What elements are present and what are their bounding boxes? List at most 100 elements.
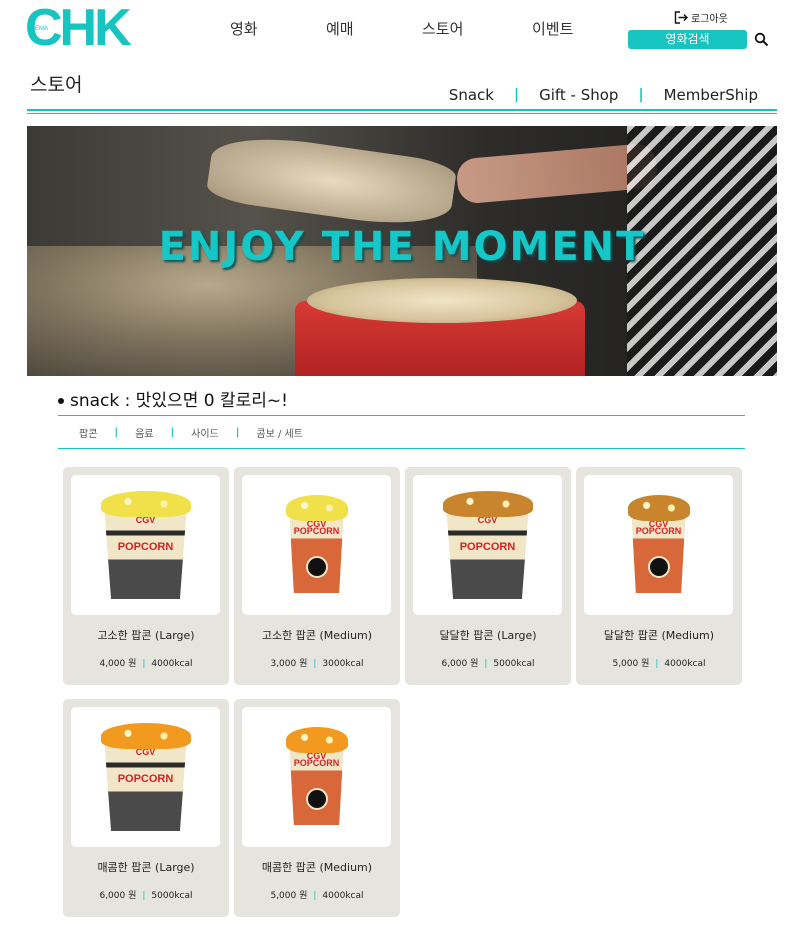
tab-combo-set[interactable]: 콤보 / 세트 (256, 425, 303, 440)
store-subnav: Snack | Gift - Shop | MemberShip (449, 86, 758, 104)
product-price: 6,000 원 (441, 659, 479, 669)
tab-drink[interactable]: 음료 (135, 425, 153, 440)
meta-separator: | (313, 659, 317, 669)
cup-logo-badge (305, 787, 328, 810)
popcorn-cup-icon: CGV POPCORN (100, 723, 191, 831)
search-icon[interactable] (754, 32, 769, 47)
cup-popcorn-label: POPCORN (293, 757, 340, 768)
product-name[interactable]: 매콤한 팝콘 (Large) (63, 859, 229, 875)
meta-separator: | (655, 659, 659, 669)
popcorn-top (100, 723, 191, 749)
tab-side[interactable]: 사이드 (191, 425, 219, 440)
product-name[interactable]: 달달한 팝콘 (Large) (405, 627, 571, 643)
subnav-snack[interactable]: Snack (449, 86, 494, 104)
product-calories: 3000kcal (322, 659, 364, 669)
page-title: 스토어 (30, 74, 83, 96)
product-name[interactable]: 고소한 팝콘 (Medium) (234, 627, 400, 643)
popcorn-top (627, 495, 690, 521)
nav-item-movie[interactable]: 영화 (230, 18, 258, 39)
section-title: snack : 맛있으면 0 칼로리~! (70, 391, 288, 411)
cup-body: CGV POPCORN (289, 515, 344, 593)
product-card[interactable]: CGV POPCORN 달달한 팝콘 (Medium) 5,000 원 | 4000kca… (576, 467, 742, 685)
tab-separator: | (170, 427, 175, 438)
tab-popcorn[interactable]: 팝콘 (79, 425, 97, 440)
nav-item-booking[interactable]: 예매 (326, 18, 354, 39)
subnav-separator: | (638, 87, 644, 103)
product-meta: 5,000 원 | 4000kcal (576, 656, 742, 669)
section-divider-bottom (58, 448, 745, 449)
subnav-membership[interactable]: MemberShip (664, 86, 758, 104)
product-card[interactable]: CGV POPCORN 매콤한 팝콘 (Large) 6,000 원 | 5000kcal (63, 699, 229, 917)
header-divider (27, 109, 777, 111)
product-calories: 4000kcal (322, 891, 364, 901)
product-calories: 5000kcal (151, 891, 193, 901)
logout-label: 로그아웃 (691, 14, 728, 25)
cup-popcorn-label: POPCORN (117, 540, 174, 553)
movie-search-button[interactable]: 영화검색 (628, 30, 747, 49)
product-image[interactable]: CGV POPCORN (242, 707, 391, 847)
popcorn-cup-icon: CGV POPCORN (285, 495, 348, 593)
popcorn-cup-icon: CGV POPCORN (100, 491, 191, 599)
cup-popcorn-label: POPCORN (117, 772, 174, 785)
logout-icon (674, 11, 688, 24)
cup-body: CGV POPCORN (446, 511, 529, 599)
meta-separator: | (142, 891, 146, 901)
tab-separator: | (114, 427, 119, 438)
product-name[interactable]: 고소한 팝콘 (Large) (63, 627, 229, 643)
cup-popcorn-label: POPCORN (293, 525, 340, 536)
product-price: 6,000 원 (99, 891, 137, 901)
product-calories: 4000kcal (151, 659, 193, 669)
popcorn-cup-icon: CGV POPCORN (627, 495, 690, 593)
banner-headline: ENJOY THE MOMENT (158, 224, 646, 270)
popcorn-top (285, 495, 348, 521)
cup-popcorn-label: POPCORN (635, 525, 682, 536)
cup-logo-badge (647, 555, 670, 578)
promo-banner: ENJOY THE MOMENT (27, 126, 777, 376)
product-meta: 6,000 원 | 5000kcal (405, 656, 571, 669)
snack-category-tabs: 팝콘 | 음료 | 사이드 | 콤보 / 세트 (79, 425, 303, 440)
popcorn-top (442, 491, 533, 517)
popcorn-top (285, 727, 348, 753)
logout-link[interactable]: 로그아웃 (674, 10, 728, 25)
meta-separator: | (313, 891, 317, 901)
subnav-separator: | (513, 87, 520, 103)
nav-item-store[interactable]: 스토어 (422, 18, 463, 39)
cup-body: CGV POPCORN (104, 511, 187, 599)
cup-body: CGV POPCORN (289, 747, 344, 825)
product-image[interactable]: CGV POPCORN (71, 707, 220, 847)
product-meta: 5,000 원 | 4000kcal (234, 888, 400, 901)
product-card[interactable]: CGV POPCORN 달달한 팝콘 (Large) 6,000 원 | 5000kcal (405, 467, 571, 685)
product-card[interactable]: CGV POPCORN 고소한 팝콘 (Medium) 3,000 원 | 3000kca… (234, 467, 400, 685)
header-divider-thin (27, 113, 777, 114)
product-price: 3,000 원 (270, 659, 308, 669)
product-image[interactable]: CGV POPCORN (242, 475, 391, 615)
popcorn-top (100, 491, 191, 517)
cup-popcorn-label: POPCORN (459, 540, 516, 553)
product-meta: 6,000 원 | 5000kcal (63, 888, 229, 901)
product-name[interactable]: 매콤한 팝콘 (Medium) (234, 859, 400, 875)
product-image[interactable]: CGV POPCORN (584, 475, 733, 615)
product-meta: 3,000 원 | 3000kcal (234, 656, 400, 669)
cup-body: CGV POPCORN (104, 743, 187, 831)
banner-bowl-popcorn (307, 278, 577, 323)
tab-separator: | (235, 427, 240, 438)
product-image[interactable]: CGV POPCORN (71, 475, 220, 615)
product-image[interactable]: CGV POPCORN (413, 475, 562, 615)
nav-item-event[interactable]: 이벤트 (532, 18, 573, 39)
product-card[interactable]: CGV POPCORN 매콤한 팝콘 (Medium) 5,000 원 | 4000kca… (234, 699, 400, 917)
meta-separator: | (142, 659, 146, 669)
section-divider-top (58, 415, 745, 416)
cup-body: CGV POPCORN (631, 515, 686, 593)
product-name[interactable]: 달달한 팝콘 (Medium) (576, 627, 742, 643)
cup-logo-badge (305, 555, 328, 578)
popcorn-cup-icon: CGV POPCORN (442, 491, 533, 599)
product-card[interactable]: CGV POPCORN 고소한 팝콘 (Large) 4,000 원 | 4000kcal (63, 467, 229, 685)
product-price: 5,000 원 (612, 659, 650, 669)
meta-separator: | (484, 659, 488, 669)
product-calories: 4000kcal (664, 659, 706, 669)
section-bullet (58, 398, 64, 404)
product-price: 4,000 원 (99, 659, 137, 669)
product-meta: 4,000 원 | 4000kcal (63, 656, 229, 669)
subnav-gift-shop[interactable]: Gift - Shop (539, 86, 618, 104)
product-price: 5,000 원 (270, 891, 308, 901)
